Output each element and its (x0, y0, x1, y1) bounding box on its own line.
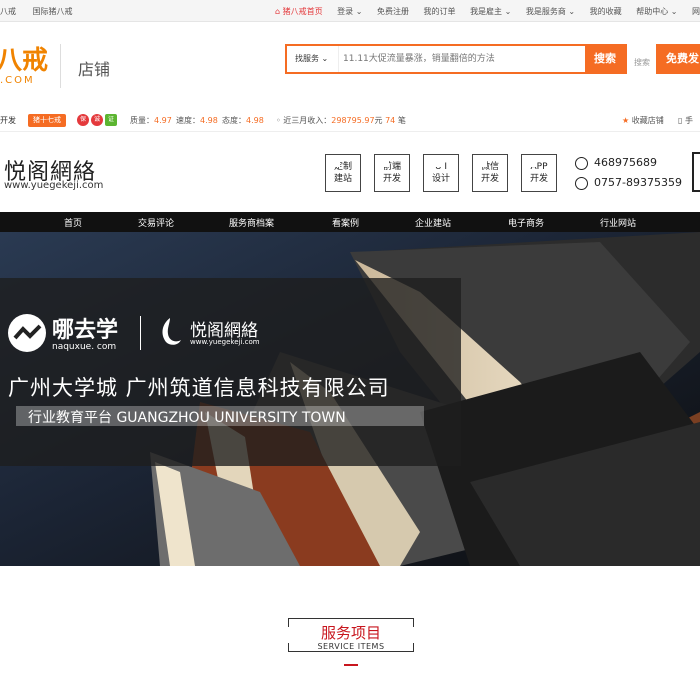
favorite-store-label: 收藏店铺 (631, 116, 664, 125)
star-icon: ★ (622, 116, 630, 125)
service-line1: 定制 (333, 162, 352, 172)
topbar-employer[interactable]: 我是雇主 ⌄ (470, 7, 511, 16)
qq-number: 468975689 (594, 156, 657, 169)
topbar-provider[interactable]: 我是服务商 ⌄ (526, 7, 575, 16)
speed-score: 4.98 (200, 116, 218, 125)
topbar-left: 八戒 国际猪八戒 (0, 6, 87, 17)
service-app[interactable]: APP 开发 (521, 154, 557, 192)
certified-icon[interactable]: 证 (105, 114, 117, 126)
yuege-logo-icon (162, 318, 181, 345)
naquxue-name: 哪去学 (52, 318, 119, 343)
service-line2: 开发 (382, 174, 401, 184)
service-items-section: 服务项目 SERVICE ITEMS (0, 566, 700, 700)
naquxue-url: naquxue. com (52, 342, 117, 352)
phone-contact: 0757-89375359 (575, 176, 682, 190)
section-subtitle: SERVICE ITEMS (317, 642, 385, 651)
speed-label: 速度： (176, 116, 200, 125)
naquxue-logo-icon (8, 314, 46, 352)
order-count: 74 (385, 116, 396, 125)
store-nav: 首页 交易评论 服务商档案 看案例 企业建站 电子商务 行业网站 (0, 212, 700, 232)
nav-cases[interactable]: 看案例 (332, 216, 359, 229)
quality-label: 质量： (130, 116, 154, 125)
phone-number: 0757-89375359 (594, 176, 682, 189)
attitude-metric: 态度：4.98 (222, 115, 264, 126)
zbj-logo[interactable]: 八戒 (0, 40, 48, 77)
banner-subline: 行业教育平台 GUANGZHOU UNIVERSITY TOWN (28, 410, 346, 426)
section-title: 服务项目 (320, 624, 381, 642)
store-label: 店铺 (78, 60, 111, 79)
topbar-my-orders[interactable]: 我的订单 (424, 7, 456, 16)
nav-enterprise-site[interactable]: 企业建站 (415, 216, 451, 229)
level-badge: 猪十七戒 (28, 114, 66, 127)
brand-bar: 悦阁網絡 www.yuegekeji.com 定制 建站 前端 开发 U I 设计 微… (0, 134, 700, 212)
income-metric: ◦ 近三月收入：298795.97元 74 笔 (276, 116, 406, 125)
top-utility-bar: 八戒 国际猪八戒 ⌂ 猪八戒首页 登录 ⌄ 免费注册 我的订单 我是雇主 ⌄ 我… (0, 0, 700, 22)
topbar-link-international[interactable]: 国际猪八戒 (33, 7, 73, 16)
search-category-select[interactable]: 找服务 ⌄ (287, 46, 339, 72)
favorite-store-link[interactable]: ★ 收藏店铺 (622, 115, 664, 126)
zbj-logo-domain: .COM (0, 75, 35, 86)
phone-icon (575, 176, 588, 190)
topbar-register[interactable]: 免费注册 (377, 7, 409, 16)
income-label: 近三月收入： (283, 116, 332, 125)
topbar-link-bajie[interactable]: 八戒 (0, 7, 16, 16)
zigzag-icon (13, 324, 42, 340)
service-custom-site[interactable]: 定制 建站 (325, 154, 361, 192)
topbar-help[interactable]: 帮助中心 ⌄ (636, 7, 677, 16)
quality-metric: 质量：4.97 (130, 115, 172, 126)
yuege-url: www.yuegekeji.com (190, 338, 260, 346)
store-info-bar: 开发 猪十七戒 保 诚 证 质量：4.97 速度：4.98 态度：4.98 ◦ … (0, 110, 700, 132)
speed-metric: 速度：4.98 (176, 115, 218, 126)
topbar-favorites[interactable]: 我的收藏 (590, 7, 622, 16)
hero-banner[interactable]: 哪去学 naquxue. com 悦阁網絡 www.yuegekeji.com … (0, 232, 700, 566)
income-value: 298795.97 (331, 116, 375, 125)
guarantee-icon[interactable]: 保 (77, 114, 89, 126)
site-header: 八戒 .COM 店铺 找服务 ⌄ 搜索 搜索 免费发 (0, 22, 700, 100)
mobile-store-link[interactable]: ▯ 手 (678, 115, 693, 126)
income-unit: 元 (374, 116, 383, 125)
nav-home[interactable]: 首页 (64, 216, 82, 229)
topbar-more[interactable]: 网 (692, 7, 700, 16)
search-box: 找服务 ⌄ 搜索 (285, 44, 627, 74)
logo-divider (140, 316, 141, 350)
service-line2: 建站 (333, 174, 352, 184)
topbar-login[interactable]: 登录 ⌄ (337, 7, 362, 16)
service-line1: U I (434, 162, 448, 172)
search-input[interactable] (343, 46, 571, 72)
brand-url: www.yuegekeji.com (4, 180, 104, 191)
publish-free-button[interactable]: 免费发 (656, 44, 700, 74)
service-line2: 开发 (529, 174, 548, 184)
topbar-home-label: 猪八戒首页 (282, 7, 323, 16)
service-line1: APP (530, 162, 548, 172)
attitude-label: 态度： (222, 116, 246, 125)
service-line1: 前端 (382, 162, 401, 172)
service-line2: 开发 (480, 174, 499, 184)
store-name[interactable]: 开发 (0, 115, 16, 126)
nav-ecommerce[interactable]: 电子商务 (508, 216, 544, 229)
topbar-right: ⌂ 猪八戒首页 登录 ⌄ 免费注册 我的订单 我是雇主 ⌄ 我是服务商 ⌄ 我的… (263, 6, 700, 17)
header-divider (60, 44, 61, 88)
nav-provider-profile[interactable]: 服务商档案 (229, 216, 274, 229)
service-line1: 微信 (480, 162, 499, 172)
quality-score: 4.97 (154, 116, 172, 125)
service-ui-design[interactable]: U I 设计 (423, 154, 459, 192)
qq-contact[interactable]: 468975689 (575, 156, 657, 170)
search-extra-link[interactable]: 搜索 (634, 57, 650, 68)
search-button[interactable]: 搜索 (585, 46, 625, 72)
nav-reviews[interactable]: 交易评论 (138, 216, 174, 229)
service-line2: 设计 (431, 174, 450, 184)
qr-code-icon (692, 152, 700, 192)
integrity-icon[interactable]: 诚 (91, 114, 103, 126)
nav-industry-site[interactable]: 行业网站 (600, 216, 636, 229)
section-underline (344, 664, 358, 666)
service-wechat[interactable]: 微信 开发 (472, 154, 508, 192)
phone-icon: ▯ (678, 116, 683, 125)
qq-icon (575, 156, 588, 170)
topbar-home-link[interactable]: ⌂ 猪八戒首页 (275, 7, 323, 16)
banner-headline: 广州大学城 广州筑道信息科技有限公司 (8, 376, 390, 400)
order-unit: 笔 (397, 116, 406, 125)
mobile-label: 手 (684, 116, 693, 125)
attitude-score: 4.98 (246, 116, 264, 125)
service-frontend[interactable]: 前端 开发 (374, 154, 410, 192)
